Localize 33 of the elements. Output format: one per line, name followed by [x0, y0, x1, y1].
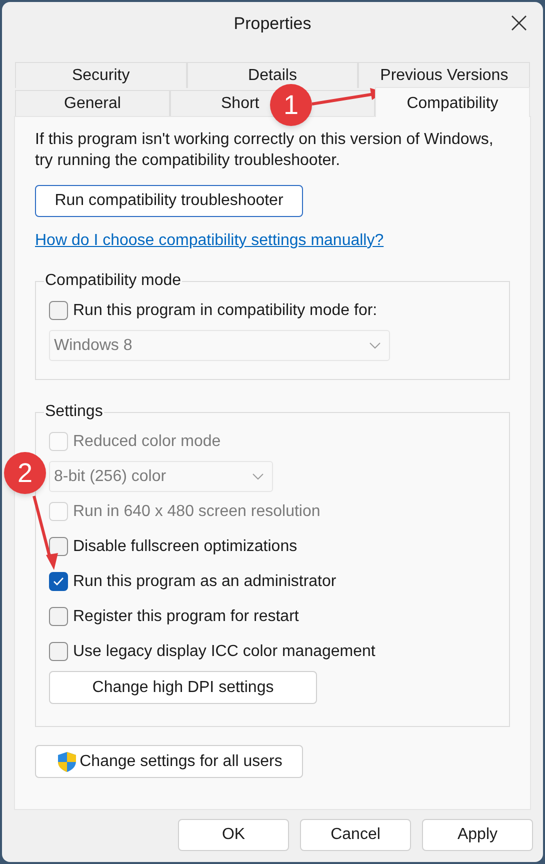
- checkbox-label: Reduced color mode: [73, 432, 221, 452]
- group-title: Compatibility mode: [44, 271, 182, 291]
- window-title: Properties: [234, 13, 312, 36]
- checkbox[interactable]: [49, 301, 68, 320]
- checkbox[interactable]: [49, 572, 68, 591]
- checkbox-label: Register this program for restart: [73, 606, 299, 626]
- close-icon[interactable]: [511, 15, 527, 31]
- checkbox[interactable]: [49, 607, 68, 626]
- checkmark-icon: [53, 577, 64, 586]
- help-link[interactable]: How do I choose compatibility settings manually?: [35, 229, 384, 253]
- checkbox-label: Run this program as an administrator: [73, 572, 336, 592]
- chevron-down-icon: [369, 342, 381, 349]
- checkbox-label: Use legacy display ICC color management: [73, 642, 376, 662]
- dialog-button[interactable]: OK: [178, 819, 289, 851]
- troubleshooter-button[interactable]: Run compatibility troubleshooter: [35, 185, 303, 217]
- dialog-button[interactable]: Apply: [422, 819, 533, 851]
- intro-text: If this program isn't working correctly on this version of Windows, try running the compatibility troubleshooter.: [35, 130, 494, 171]
- checkbox[interactable]: [49, 537, 68, 556]
- shield-icon: [56, 750, 78, 772]
- tab[interactable]: General: [15, 90, 170, 116]
- checkbox-label: Disable fullscreen optimizations: [73, 536, 298, 556]
- dpi-settings-button[interactable]: Change high DPI settings: [49, 671, 317, 704]
- group-title: Settings: [44, 402, 104, 422]
- checkbox-label: Run this program in compatibility mode for:: [73, 300, 378, 320]
- checkbox[interactable]: [49, 642, 68, 661]
- tab[interactable]: Details: [186, 62, 358, 88]
- tab[interactable]: Compatibility: [375, 87, 530, 117]
- chevron-down-icon: [252, 473, 264, 480]
- tab[interactable]: Security: [15, 62, 187, 88]
- all-users-button[interactable]: Change settings for all users: [35, 745, 303, 778]
- dialog-button[interactable]: Cancel: [300, 819, 411, 851]
- checkbox-label: Run in 640 x 480 screen resolution: [73, 502, 320, 522]
- tab[interactable]: Previous Versions: [358, 62, 530, 88]
